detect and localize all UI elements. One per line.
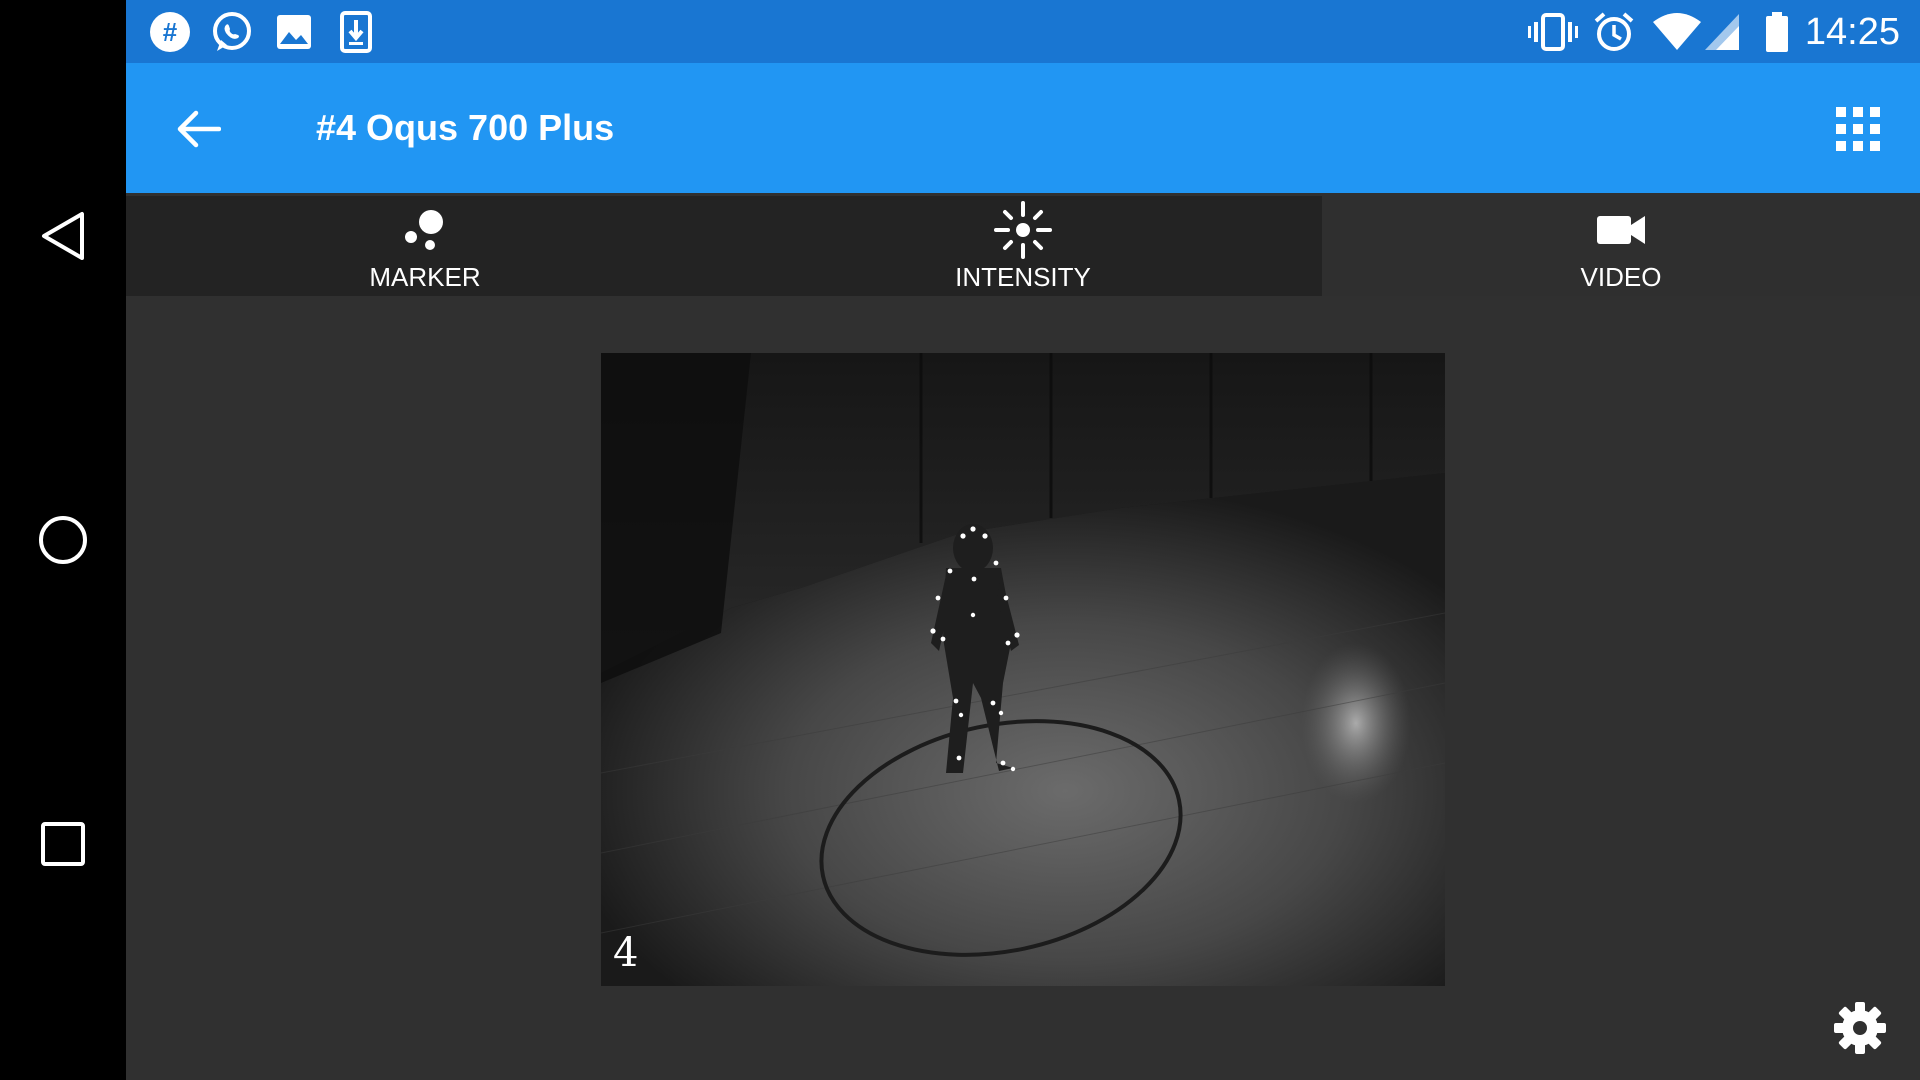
apps-grid-button[interactable] (1834, 105, 1882, 153)
tab-intensity[interactable]: INTENSITY (724, 196, 1322, 296)
back-button[interactable] (170, 101, 226, 157)
tab-marker-label: MARKER (369, 262, 481, 292)
nav-home-button[interactable] (33, 510, 93, 570)
camera-number-label: 4 (613, 930, 639, 976)
apps-grid-icon (1836, 107, 1880, 151)
page-title: #4 Oqus 700 Plus (316, 107, 615, 148)
tab-video[interactable]: VIDEO (1322, 196, 1920, 296)
battery-icon (1760, 10, 1794, 54)
marker-icon (402, 202, 448, 258)
tab-intensity-label: INTENSITY (955, 262, 1091, 292)
status-clock: 14:25 (1804, 11, 1900, 53)
download-icon (334, 10, 378, 54)
back-triangle-icon (42, 212, 84, 260)
gear-icon (1834, 1002, 1886, 1054)
alarm-icon (1592, 10, 1636, 54)
tab-bar: MARKER INTENSITY VIDEO (126, 196, 1920, 296)
camera-video-feed[interactable]: 4 (601, 353, 1445, 986)
status-bar: # 14:25 (126, 0, 1920, 63)
arrow-back-icon (177, 110, 221, 148)
nav-recents-button[interactable] (33, 814, 93, 874)
recents-square-icon (41, 822, 85, 866)
signal-icon (1702, 10, 1742, 54)
whatsapp-icon (210, 10, 254, 54)
videocam-icon (1595, 202, 1647, 258)
tab-video-label: VIDEO (1580, 262, 1662, 292)
settings-button[interactable] (1832, 1000, 1888, 1056)
nav-back-button[interactable] (33, 206, 93, 266)
tab-marker[interactable]: MARKER (126, 196, 724, 296)
vibrate-icon (1528, 10, 1578, 54)
camera-frame-image (601, 353, 1445, 986)
svg-text:#: # (163, 17, 178, 47)
system-nav-bar (0, 0, 126, 1080)
slack-icon: # (148, 10, 192, 54)
home-circle-icon (39, 516, 87, 564)
intensity-icon (993, 201, 1053, 259)
wifi-icon (1650, 10, 1704, 54)
gallery-icon (272, 10, 316, 54)
app-bar: #4 Oqus 700 Plus (126, 63, 1920, 193)
